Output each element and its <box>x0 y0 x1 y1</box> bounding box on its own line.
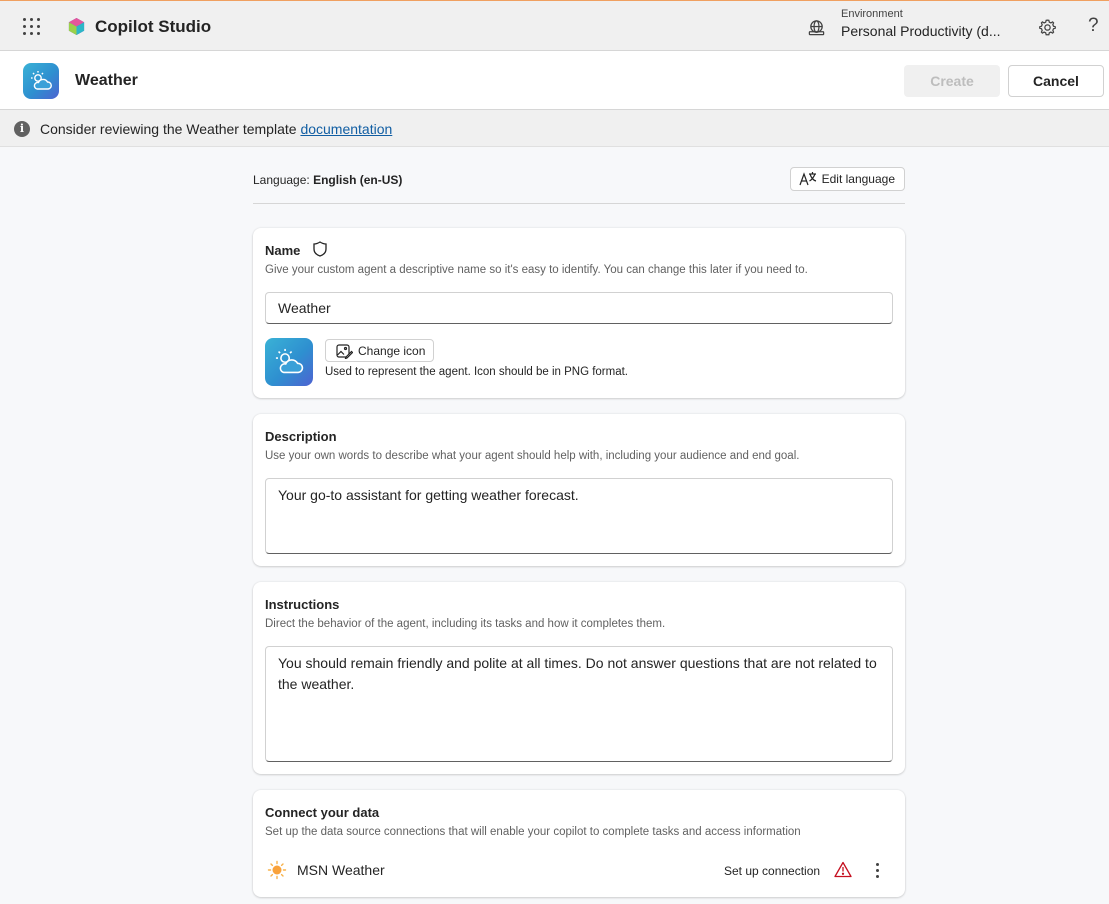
instructions-card: Instructions Direct the behavior of the … <box>253 582 905 774</box>
name-card-title: Name <box>265 243 301 258</box>
environment-selector[interactable]: Personal Productivity (d... <box>841 23 1001 39</box>
name-card: Name Give your custom agent a descriptiv… <box>253 228 905 398</box>
description-card-title: Description <box>265 429 337 444</box>
info-banner: i Consider reviewing the Weather templat… <box>0 110 1109 147</box>
description-card-subtitle: Use your own words to describe what your… <box>265 450 800 462</box>
shield-icon <box>313 241 327 257</box>
description-card: Description Use your own words to descri… <box>253 414 905 566</box>
connection-name: MSN Weather <box>297 862 385 878</box>
help-icon[interactable]: ? <box>1088 15 1099 37</box>
icon-format-note: Used to represent the agent. Icon should… <box>325 366 629 378</box>
create-button[interactable]: Create <box>904 65 1000 97</box>
connect-data-card-title: Connect your data <box>265 805 380 820</box>
agent-icon-preview <box>265 338 313 386</box>
language-value: English (en-US) <box>313 173 403 187</box>
info-banner-text: Consider reviewing the Weather template … <box>40 121 392 137</box>
language-prefix: Language: <box>253 173 314 187</box>
page-header: Weather Create Cancel <box>0 51 1109 110</box>
change-icon-button[interactable]: Change icon <box>325 339 435 362</box>
info-icon: i <box>14 121 30 137</box>
set-up-connection-link[interactable]: Set up connection <box>724 864 820 878</box>
translate-icon <box>799 172 816 186</box>
page-title: Weather <box>75 72 138 89</box>
top-app-bar: Copilot Studio Environment Personal Prod… <box>0 0 1109 51</box>
connect-data-card: Connect your data Set up the data source… <box>253 790 905 897</box>
sun-icon <box>267 860 287 880</box>
agent-name-input[interactable]: Weather <box>265 292 893 324</box>
language-row: Language: English (en-US) Edit language <box>253 165 905 204</box>
instructions-textarea[interactable]: You should remain friendly and polite at… <box>265 646 893 762</box>
connect-data-card-subtitle: Set up the data source connections that … <box>265 826 801 838</box>
weather-cloud-icon <box>275 348 304 374</box>
language-label: Language: English (en-US) <box>253 173 402 187</box>
instructions-card-title: Instructions <box>265 597 340 612</box>
cancel-button[interactable]: Cancel <box>1008 65 1104 97</box>
edit-language-button[interactable]: Edit language <box>789 167 905 191</box>
description-textarea[interactable]: Your go-to assistant for getting weather… <box>265 478 893 554</box>
gear-icon[interactable] <box>1038 18 1057 37</box>
warning-icon <box>834 861 852 878</box>
environment-icon[interactable] <box>807 18 826 37</box>
app-launcher-icon[interactable] <box>23 18 41 36</box>
weather-cloud-icon <box>31 71 52 90</box>
agent-avatar <box>23 63 59 99</box>
instructions-card-subtitle: Direct the behavior of the agent, includ… <box>265 618 666 630</box>
change-icon-label: Change icon <box>358 343 426 358</box>
environment-label: Environment <box>841 8 903 20</box>
name-card-subtitle: Give your custom agent a descriptive nam… <box>265 264 808 276</box>
documentation-link[interactable]: documentation <box>300 121 392 137</box>
info-banner-message: Consider reviewing the Weather template <box>40 121 301 137</box>
image-edit-icon <box>336 343 353 359</box>
more-options-icon[interactable] <box>871 860 883 880</box>
copilot-studio-logo-icon <box>68 17 85 36</box>
connection-row: MSN Weather Set up connection <box>265 858 893 882</box>
edit-language-label: Edit language <box>821 172 895 186</box>
app-title[interactable]: Copilot Studio <box>95 17 211 37</box>
